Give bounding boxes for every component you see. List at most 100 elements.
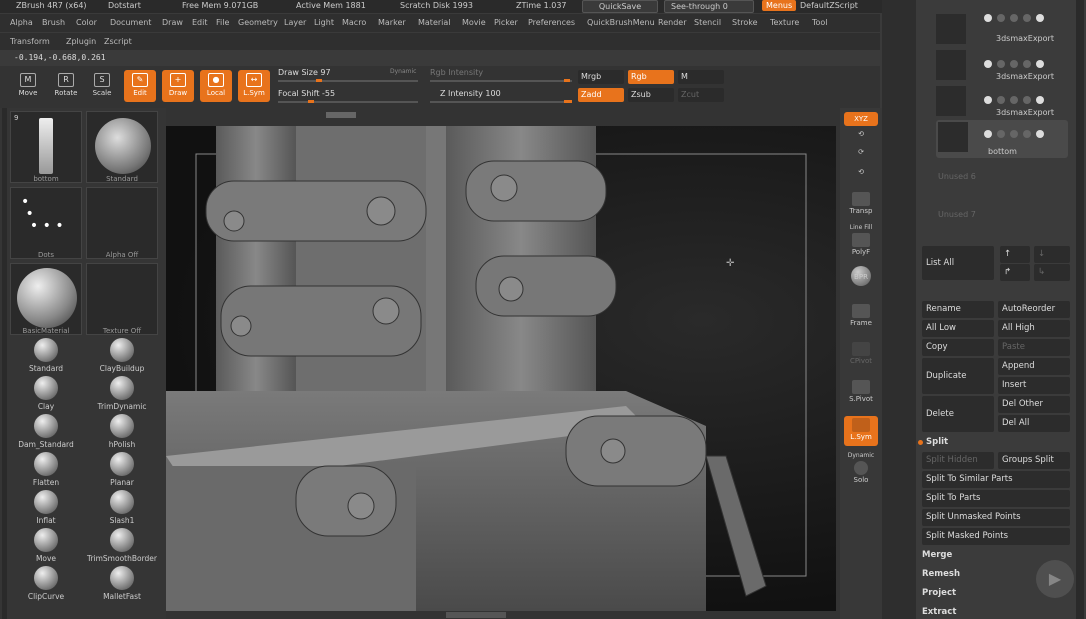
all-low-button[interactable]: All Low xyxy=(922,320,994,337)
menu-draw[interactable]: Draw xyxy=(162,18,183,27)
append-button[interactable]: Append xyxy=(998,358,1070,375)
menu-stroke[interactable]: Stroke xyxy=(732,18,758,27)
draw-size-handle[interactable] xyxy=(316,79,322,82)
subtool-toggles[interactable] xyxy=(984,130,1070,140)
del-other-button[interactable]: Del Other xyxy=(998,396,1070,413)
edit-button[interactable]: ✎ Edit xyxy=(124,70,156,102)
rgb-intensity-label[interactable]: Rgb Intensity xyxy=(430,68,483,77)
del-all-button[interactable]: Del All xyxy=(998,415,1070,432)
brush-dam-standard[interactable]: Dam_Standard xyxy=(10,414,82,449)
z-intensity-slider[interactable] xyxy=(430,100,572,103)
split-section-header[interactable]: Split xyxy=(926,437,948,447)
extract-section-header[interactable]: Extract xyxy=(922,607,956,617)
brush-trimsmoothborder[interactable]: TrimSmoothBorder xyxy=(86,528,158,563)
menu-marker[interactable]: Marker xyxy=(378,18,406,27)
brush-flatten[interactable]: Flatten xyxy=(10,452,82,487)
project-section-header[interactable]: Project xyxy=(922,588,956,598)
groups-split-button[interactable]: Groups Split xyxy=(998,452,1070,469)
subtool-toggles[interactable] xyxy=(984,14,1070,24)
subtool-item[interactable]: 3dsmaxExport xyxy=(936,50,1068,86)
move-button[interactable]: M Move xyxy=(12,70,44,102)
menus-button[interactable]: Menus xyxy=(762,0,797,11)
xyz-button[interactable]: XYZ xyxy=(844,112,878,126)
menu-light[interactable]: Light xyxy=(314,18,334,27)
duplicate-button[interactable]: Duplicate xyxy=(922,358,994,394)
split-masked-button[interactable]: Split Masked Points xyxy=(922,528,1070,545)
rotate-button[interactable]: R Rotate xyxy=(50,70,82,102)
rgb-intensity-slider[interactable] xyxy=(430,79,572,82)
split-unmasked-button[interactable]: Split Unmasked Points xyxy=(922,509,1070,526)
lsym-shelf-button[interactable]: L.Sym xyxy=(844,416,878,446)
menu-layer[interactable]: Layer xyxy=(284,18,306,27)
cpivot-button[interactable]: CPivot xyxy=(844,340,878,370)
scale-button[interactable]: S Scale xyxy=(86,70,118,102)
move-up-icon[interactable]: ↑ xyxy=(1000,246,1030,263)
canvas-bottom-handle[interactable] xyxy=(446,612,506,618)
brush-clay[interactable]: Clay xyxy=(10,376,82,411)
split-hidden-button[interactable]: Split Hidden xyxy=(922,452,994,469)
viewport[interactable]: ✛ xyxy=(166,126,836,611)
menu-zplugin[interactable]: Zplugin xyxy=(66,37,96,46)
z-intensity-label[interactable]: Z Intensity 100 xyxy=(440,89,501,98)
right-panel-scrollbar[interactable] xyxy=(1076,0,1084,619)
menu-color[interactable]: Color xyxy=(76,18,97,27)
menu-alpha[interactable]: Alpha xyxy=(10,18,33,27)
spivot-button[interactable]: S.Pivot xyxy=(844,378,878,408)
menu-edit[interactable]: Edit xyxy=(192,18,208,27)
mrgb-button[interactable]: Mrgb xyxy=(578,70,624,84)
split-to-parts-button[interactable]: Split To Parts xyxy=(922,490,1070,507)
subtool-toggles[interactable] xyxy=(984,60,1070,70)
brush-move[interactable]: Move xyxy=(10,528,82,563)
brush-claybuildup[interactable]: ClayBuildup xyxy=(86,338,158,373)
polyf-button[interactable]: Line Fill PolyF xyxy=(844,224,878,258)
rgb-button[interactable]: Rgb xyxy=(628,70,674,84)
subtool-item-selected[interactable]: bottom xyxy=(936,120,1068,158)
menu-brush[interactable]: Brush xyxy=(42,18,65,27)
menu-transform[interactable]: Transform xyxy=(10,37,50,46)
local-button[interactable]: ● Local xyxy=(200,70,232,102)
bpr-button[interactable]: BPR xyxy=(844,264,878,294)
all-high-button[interactable]: All High xyxy=(998,320,1070,337)
quicksave-button[interactable]: QuickSave xyxy=(582,0,658,13)
draw-size-label[interactable]: Draw Size 97 xyxy=(278,68,331,77)
rotate-x-icon[interactable]: ⟲ xyxy=(844,168,878,182)
menu-movie[interactable]: Movie xyxy=(462,18,486,27)
m-button[interactable]: M xyxy=(678,70,724,84)
menu-material[interactable]: Material xyxy=(418,18,451,27)
insert-button[interactable]: Insert xyxy=(998,377,1070,394)
focal-shift-handle[interactable] xyxy=(308,100,314,103)
menu-stencil[interactable]: Stencil xyxy=(694,18,721,27)
copy-button[interactable]: Copy xyxy=(922,339,994,356)
arrow-up-right-icon[interactable]: ↱ xyxy=(1000,264,1030,281)
menu-macro[interactable]: Macro xyxy=(342,18,366,27)
z-intensity-handle[interactable] xyxy=(564,100,572,103)
stroke-thumbnail[interactable]: • • • • • xyxy=(10,187,82,259)
remesh-section-header[interactable]: Remesh xyxy=(922,569,960,579)
zcut-button[interactable]: Zcut xyxy=(678,88,724,102)
menu-geometry[interactable]: Geometry xyxy=(238,18,278,27)
rotate-z-icon[interactable]: ⟳ xyxy=(844,148,878,162)
rgb-intensity-handle[interactable] xyxy=(564,79,570,82)
brush-slash1[interactable]: Slash1 xyxy=(86,490,158,525)
draw-button[interactable]: + Draw xyxy=(162,70,194,102)
focal-shift-label[interactable]: Focal Shift -55 xyxy=(278,89,335,98)
dynamic-label[interactable]: Dynamic xyxy=(390,68,416,75)
brush-malletfast[interactable]: MalletFast xyxy=(86,566,158,601)
solo-button[interactable]: Dynamic Solo xyxy=(844,452,878,488)
menu-file[interactable]: File xyxy=(216,18,229,27)
delete-button[interactable]: Delete xyxy=(922,396,994,432)
menu-tool[interactable]: Tool xyxy=(812,18,828,27)
alpha-thumbnail[interactable] xyxy=(86,187,158,259)
list-all-button[interactable]: List All xyxy=(922,246,994,280)
menu-zscript[interactable]: Zscript xyxy=(104,37,132,46)
menu-document[interactable]: Document xyxy=(110,18,151,27)
focal-shift-slider[interactable] xyxy=(278,100,418,103)
brush-planar[interactable]: Planar xyxy=(86,452,158,487)
subtool-toggles[interactable] xyxy=(984,96,1070,106)
menu-preferences[interactable]: Preferences xyxy=(528,18,575,27)
zadd-button[interactable]: Zadd xyxy=(578,88,624,102)
paste-button[interactable]: Paste xyxy=(998,339,1070,356)
draw-size-slider[interactable] xyxy=(278,79,418,82)
brush-clipcurve[interactable]: ClipCurve xyxy=(10,566,82,601)
canvas-scroll-handle[interactable] xyxy=(326,112,356,118)
